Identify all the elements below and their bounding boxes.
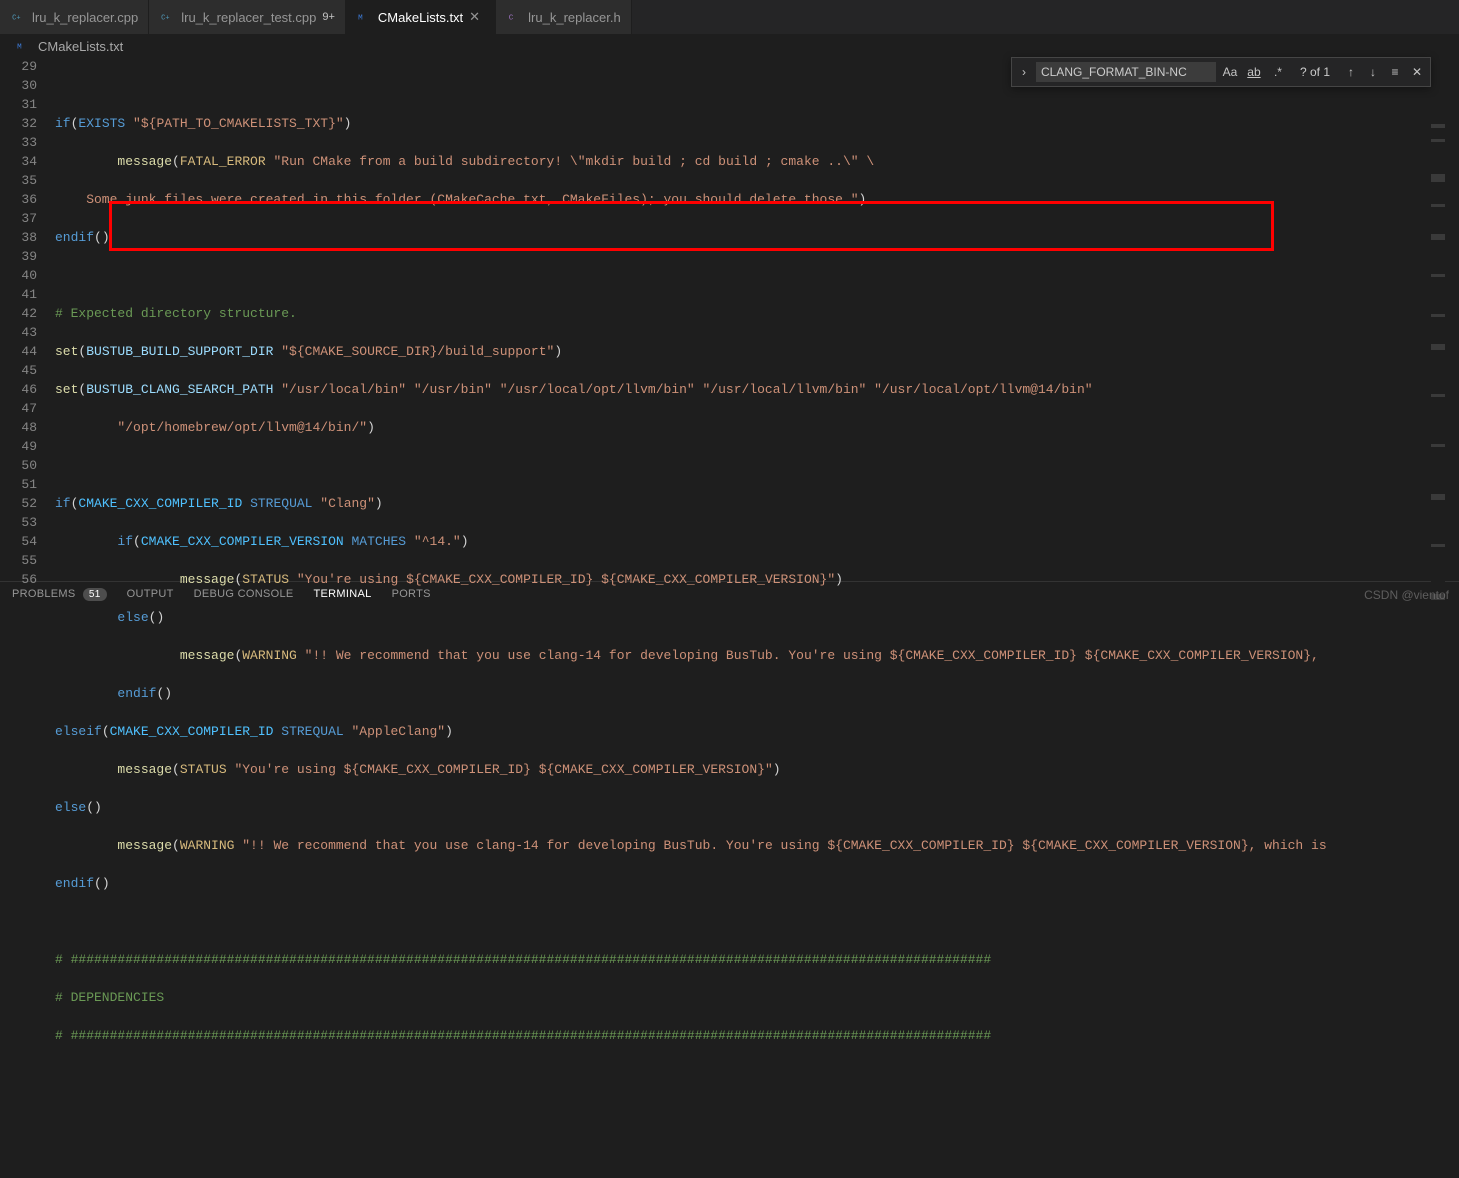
cpp-icon: C+ <box>10 9 26 25</box>
cmake-icon: M <box>16 38 32 54</box>
line-number-gutter: 2930313233343536373839404142434445464748… <box>0 57 55 581</box>
breadcrumb-label: CMakeLists.txt <box>38 39 123 54</box>
c-icon: C <box>506 9 522 25</box>
editor: › Aa ab .* ? of 1 ↑ ↓ ≡ ✕ 29303132333435… <box>0 57 1459 581</box>
tab-modified-count: 9+ <box>322 11 335 23</box>
use-regex-toggle[interactable]: .* <box>1268 62 1288 82</box>
code-area[interactable]: if(EXISTS "${PATH_TO_CMAKELISTS_TXT}") m… <box>55 57 1459 581</box>
svg-text:C+: C+ <box>12 14 20 22</box>
tab-lru-k-replacer-h[interactable]: C lru_k_replacer.h <box>496 0 632 34</box>
match-word-toggle[interactable]: ab <box>1244 62 1264 82</box>
svg-text:M: M <box>358 14 363 22</box>
chevron-right-icon[interactable]: › <box>1016 65 1032 79</box>
minimap[interactable] <box>1431 114 1445 638</box>
tab-lru-k-replacer-cpp[interactable]: C+ lru_k_replacer.cpp <box>0 0 149 34</box>
tab-label: lru_k_replacer_test.cpp <box>181 10 316 25</box>
match-case-toggle[interactable]: Aa <box>1220 62 1240 82</box>
tab-lru-k-replacer-test-cpp[interactable]: C+ lru_k_replacer_test.cpp 9+ <box>149 0 346 34</box>
svg-text:C+: C+ <box>161 14 169 22</box>
svg-text:C: C <box>509 14 514 22</box>
find-next-icon[interactable]: ↓ <box>1364 65 1382 79</box>
close-icon[interactable]: ✕ <box>469 9 485 25</box>
find-prev-icon[interactable]: ↑ <box>1342 65 1360 79</box>
tab-label: lru_k_replacer.h <box>528 10 621 25</box>
tab-bar: C+ lru_k_replacer.cpp C+ lru_k_replacer_… <box>0 0 1459 35</box>
find-filter-icon[interactable]: ≡ <box>1386 65 1404 79</box>
cmake-icon: M <box>356 9 372 25</box>
find-input[interactable] <box>1036 62 1216 82</box>
tab-label: lru_k_replacer.cpp <box>32 10 138 25</box>
find-close-icon[interactable]: ✕ <box>1408 65 1426 79</box>
breadcrumb[interactable]: M CMakeLists.txt <box>0 35 1459 57</box>
find-widget: › Aa ab .* ? of 1 ↑ ↓ ≡ ✕ <box>1011 57 1431 87</box>
cpp-icon: C+ <box>159 9 175 25</box>
tab-label: CMakeLists.txt <box>378 10 463 25</box>
tab-cmakelists[interactable]: M CMakeLists.txt ✕ <box>346 0 496 34</box>
watermark: CSDN @vientof <box>1364 588 1449 602</box>
svg-text:M: M <box>17 43 22 51</box>
find-results-count: ? of 1 <box>1292 65 1338 79</box>
